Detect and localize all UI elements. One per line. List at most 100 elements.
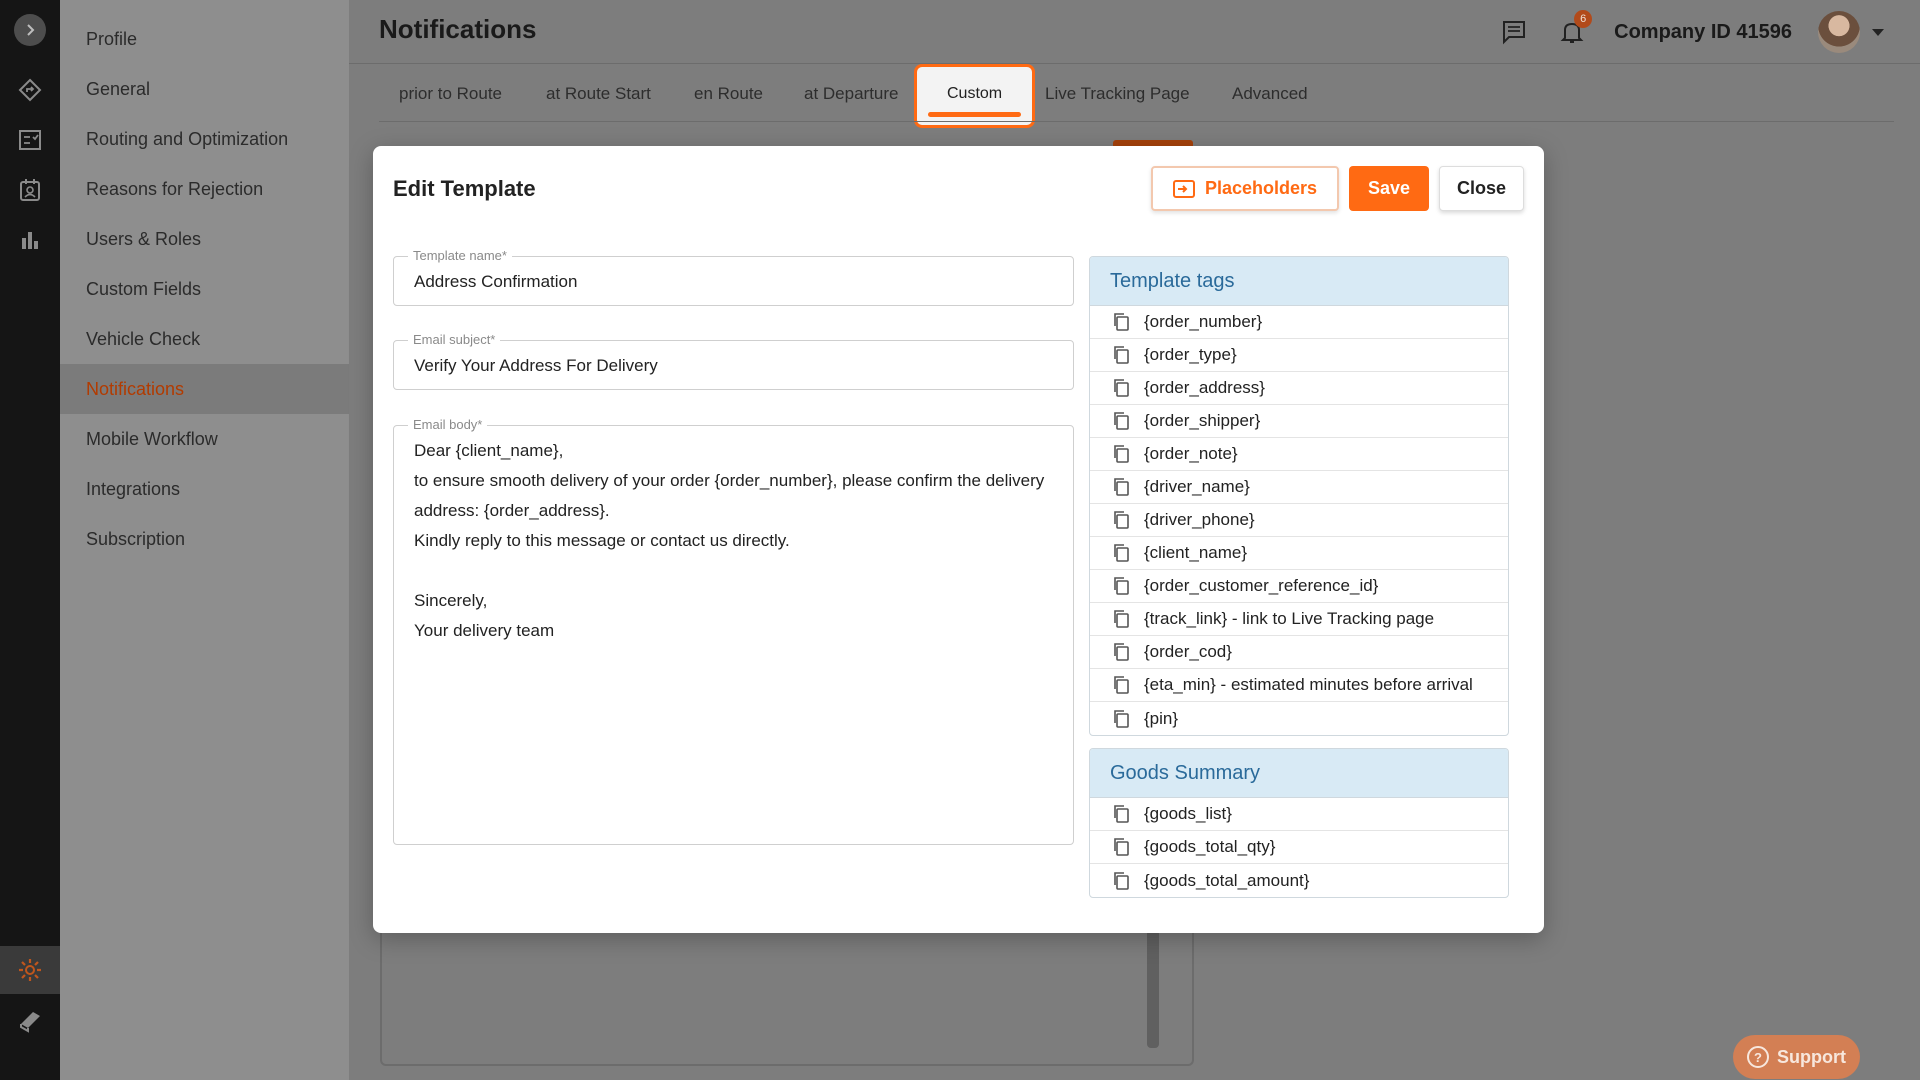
tag-text: {goods_total_amount}: [1144, 870, 1310, 890]
tag-row[interactable]: {order_shipper}: [1090, 405, 1508, 438]
tag-text: {driver_name}: [1144, 477, 1250, 496]
page-title: Notifications: [379, 14, 537, 44]
tag-row[interactable]: {order_note}: [1090, 438, 1508, 471]
save-button[interactable]: Save: [1349, 166, 1429, 211]
book-icon: [20, 1012, 40, 1033]
goods-summary-list: {goods_list} {goods_total_qty} {goods_tota…: [1090, 798, 1508, 897]
nav-item-general[interactable]: General: [60, 64, 349, 114]
tab-en-route[interactable]: en Route: [694, 84, 763, 104]
copy-icon[interactable]: [1110, 311, 1132, 333]
tabs-divider: [379, 121, 1894, 122]
email-body-field[interactable]: Email body* Dear {client_name}, to ensur…: [393, 417, 1074, 845]
copy-icon[interactable]: [1110, 344, 1132, 366]
nav-item-profile[interactable]: Profile: [60, 14, 349, 64]
copy-icon[interactable]: [1110, 443, 1132, 465]
copy-icon[interactable]: [1110, 377, 1132, 399]
tag-row[interactable]: {goods_total_amount}: [1090, 864, 1508, 897]
modal-actions: Placeholders Save Close: [1150, 166, 1524, 211]
copy-icon[interactable]: [1110, 542, 1132, 564]
tag-row[interactable]: {driver_name}: [1090, 471, 1508, 504]
topbar-actions: 6 Company ID 41596: [1498, 8, 1884, 56]
copy-icon[interactable]: [1110, 476, 1132, 498]
email-body-label: Email body*: [408, 417, 488, 432]
email-subject-field[interactable]: Email subject* Verify Your Address For D…: [393, 332, 1074, 390]
route-icon: [18, 78, 42, 102]
active-tab-indicator: [928, 112, 1022, 117]
bar-chart-icon: [22, 232, 38, 249]
template-name-field[interactable]: Template name* Address Confirmation: [393, 248, 1074, 306]
rail-item-reports[interactable]: [0, 216, 60, 264]
gear-icon: [19, 959, 41, 981]
tag-row[interactable]: {order_customer_reference_id}: [1090, 570, 1508, 603]
tag-row[interactable]: {order_type}: [1090, 339, 1508, 372]
expand-rail-button[interactable]: [14, 14, 46, 46]
rail-item-settings[interactable]: [0, 946, 60, 994]
topbar: Notifications 6 Company ID 41596: [349, 0, 1920, 64]
messages-button[interactable]: [1498, 16, 1530, 48]
close-button[interactable]: Close: [1439, 166, 1524, 211]
rail-item-routes[interactable]: [0, 66, 60, 114]
tab-custom[interactable]: Custom: [914, 64, 1036, 128]
edit-template-modal: Edit Template Placeholders Save Close Te…: [373, 146, 1544, 933]
tag-row[interactable]: {client_name}: [1090, 537, 1508, 570]
tab-prior-to-route[interactable]: prior to Route: [399, 84, 502, 104]
nav-item-integrations[interactable]: Integrations: [60, 464, 349, 514]
nav-item-rejection-reasons[interactable]: Reasons for Rejection: [60, 164, 349, 214]
nav-item-notifications[interactable]: Notifications: [60, 364, 349, 414]
rail-item-drivers[interactable]: [0, 166, 60, 214]
settings-nav: Profile General Routing and Optimization…: [60, 0, 349, 1080]
support-button[interactable]: ? Support: [1733, 1035, 1860, 1079]
tag-text: {goods_list}: [1144, 804, 1232, 823]
copy-icon[interactable]: [1110, 608, 1132, 630]
tag-row[interactable]: {pin}: [1090, 702, 1508, 735]
tag-text: {eta_min} - estimated minutes before arr…: [1144, 675, 1473, 694]
chevron-down-icon[interactable]: [1872, 28, 1884, 36]
template-tags-list: {order_number} {order_type} {order_address…: [1090, 306, 1508, 735]
rail-item-orders[interactable]: [0, 116, 60, 164]
avatar[interactable]: [1818, 11, 1860, 53]
tag-text: {pin}: [1144, 708, 1179, 728]
email-subject-value: Verify Your Address For Delivery: [414, 356, 658, 375]
tag-row[interactable]: {order_address}: [1090, 372, 1508, 405]
tag-text: {order_customer_reference_id}: [1144, 576, 1379, 595]
nav-item-custom-fields[interactable]: Custom Fields: [60, 264, 349, 314]
tag-text: {order_number}: [1144, 312, 1263, 331]
tag-row[interactable]: {goods_list}: [1090, 798, 1508, 831]
tag-text: {order_cod}: [1144, 642, 1232, 661]
tag-text: {client_name}: [1144, 543, 1248, 562]
copy-icon[interactable]: [1110, 836, 1132, 858]
company-id-label: Company ID 41596: [1614, 20, 1792, 43]
tab-at-departure[interactable]: at Departure: [804, 84, 899, 104]
rail-item-help-book[interactable]: [0, 996, 60, 1044]
placeholders-label: Placeholders: [1204, 178, 1317, 198]
copy-icon[interactable]: [1110, 708, 1132, 730]
copy-icon[interactable]: [1110, 674, 1132, 696]
tag-row[interactable]: {track_link} - link to Live Tracking pag…: [1090, 603, 1508, 636]
tag-row[interactable]: {goods_total_qty}: [1090, 831, 1508, 864]
tag-text: {goods_total_qty}: [1144, 837, 1276, 856]
copy-icon[interactable]: [1110, 870, 1132, 892]
nav-item-routing[interactable]: Routing and Optimization: [60, 114, 349, 164]
background-scrollbar: [1147, 930, 1159, 1048]
tab-advanced[interactable]: Advanced: [1232, 84, 1308, 104]
tag-row[interactable]: {driver_phone}: [1090, 504, 1508, 537]
copy-icon[interactable]: [1110, 803, 1132, 825]
nav-item-vehicle-check[interactable]: Vehicle Check: [60, 314, 349, 364]
tab-live-tracking-page[interactable]: Live Tracking Page: [1045, 84, 1190, 104]
copy-icon[interactable]: [1110, 641, 1132, 663]
tab-at-route-start[interactable]: at Route Start: [546, 84, 651, 104]
chevron-right-icon: [27, 24, 35, 36]
template-tags-title: Template tags: [1090, 257, 1508, 306]
nav-item-users-roles[interactable]: Users & Roles: [60, 214, 349, 264]
tag-row[interactable]: {order_number}: [1090, 306, 1508, 339]
copy-icon[interactable]: [1110, 575, 1132, 597]
placeholders-button[interactable]: Placeholders: [1150, 166, 1339, 211]
tag-text: {driver_phone}: [1144, 510, 1255, 529]
copy-icon[interactable]: [1110, 509, 1132, 531]
tag-row[interactable]: {order_cod}: [1090, 636, 1508, 669]
copy-icon[interactable]: [1110, 410, 1132, 432]
nav-item-mobile-workflow[interactable]: Mobile Workflow: [60, 414, 349, 464]
notifications-button[interactable]: 6: [1556, 10, 1593, 48]
nav-item-subscription[interactable]: Subscription: [60, 514, 349, 564]
tag-row[interactable]: {eta_min} - estimated minutes before arr…: [1090, 669, 1508, 702]
